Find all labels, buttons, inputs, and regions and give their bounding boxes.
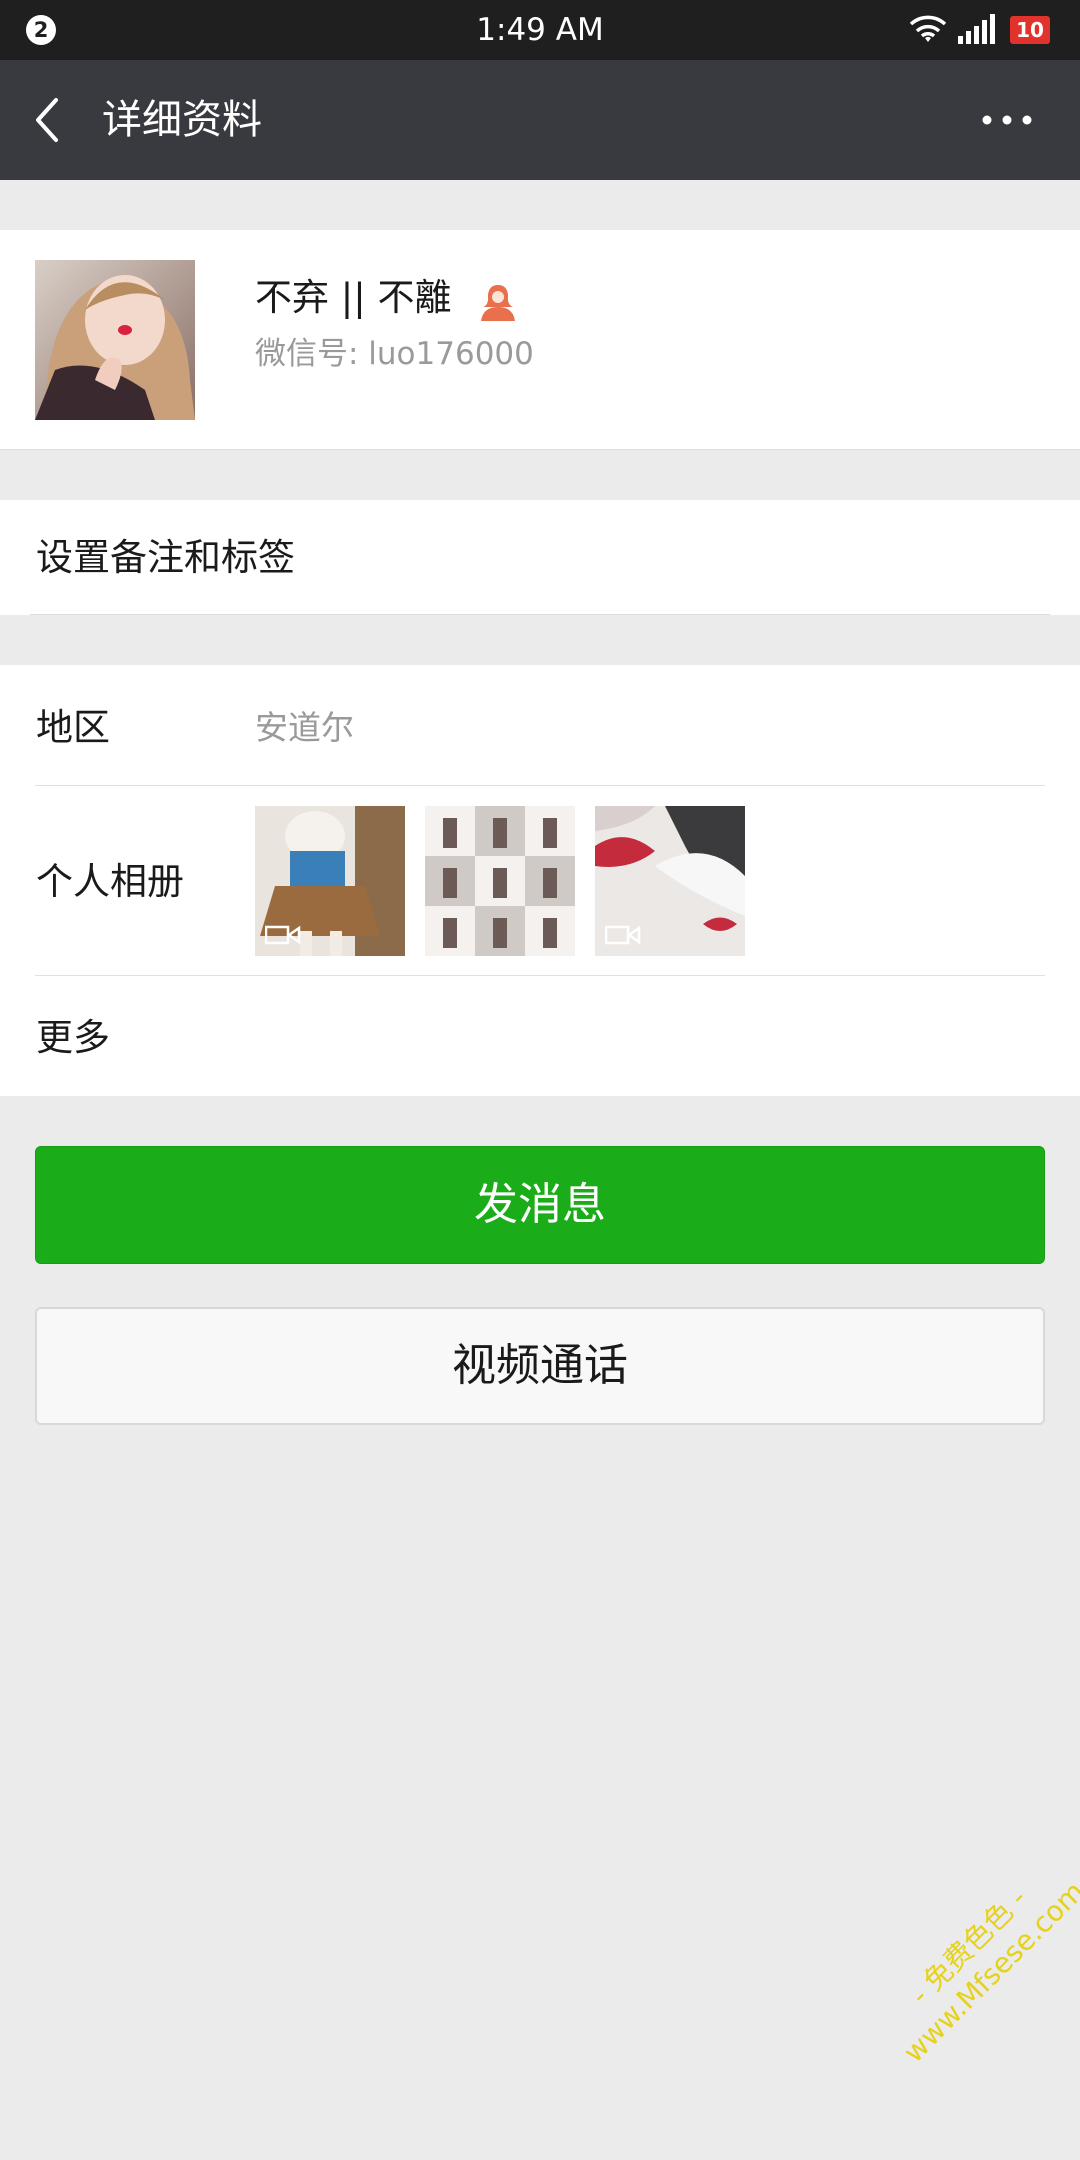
video-icon <box>605 925 641 945</box>
video-call-button[interactable]: 视频通话 <box>35 1307 1045 1425</box>
album-label: 个人相册 <box>36 860 184 903</box>
battery-icon: 10 <box>1010 16 1050 44</box>
page-title: 详细资料 <box>102 97 262 143</box>
avatar[interactable] <box>35 260 195 420</box>
wifi-icon <box>909 15 947 42</box>
more-label[interactable]: 更多 <box>36 1010 110 1066</box>
female-icon <box>480 284 515 321</box>
profile-card: 不弃 || 不離 微信号: luo176000 <box>0 230 1080 450</box>
watermark: - 免费色色 - www.Mfsese.com <box>850 1828 1080 2091</box>
display-name: 不弃 || 不離 <box>255 276 452 319</box>
send-message-button[interactable]: 发消息 <box>35 1146 1045 1264</box>
more-dots-icon[interactable] <box>980 108 1034 132</box>
divider <box>35 975 1045 976</box>
album-thumb[interactable] <box>595 806 745 956</box>
set-remark-tags-cell[interactable]: 设置备注和标签 <box>0 500 1080 615</box>
album-thumb[interactable] <box>255 806 405 956</box>
signal-icon <box>958 14 995 44</box>
region-label: 地区 <box>36 706 110 749</box>
album-photo-grid <box>425 806 575 956</box>
divider <box>35 785 1045 786</box>
video-icon <box>265 925 301 945</box>
region-value: 安道尔 <box>255 708 354 747</box>
divider <box>30 614 1050 615</box>
watermark-line1: - 免费色色 - <box>903 1881 1034 2012</box>
name-row: 不弃 || 不離 <box>255 270 519 326</box>
nav-header: 详细资料 <box>0 60 1080 180</box>
status-bar: 2 1:49 AM 10 <box>0 0 1080 60</box>
back-arrow-icon[interactable] <box>28 92 68 148</box>
wechat-id: 微信号: luo176000 <box>255 336 534 372</box>
album-thumb[interactable] <box>425 806 575 956</box>
set-remark-tags-label: 设置备注和标签 <box>36 536 295 579</box>
info-section: 地区 安道尔 个人相册 更多 <box>0 665 1080 1096</box>
